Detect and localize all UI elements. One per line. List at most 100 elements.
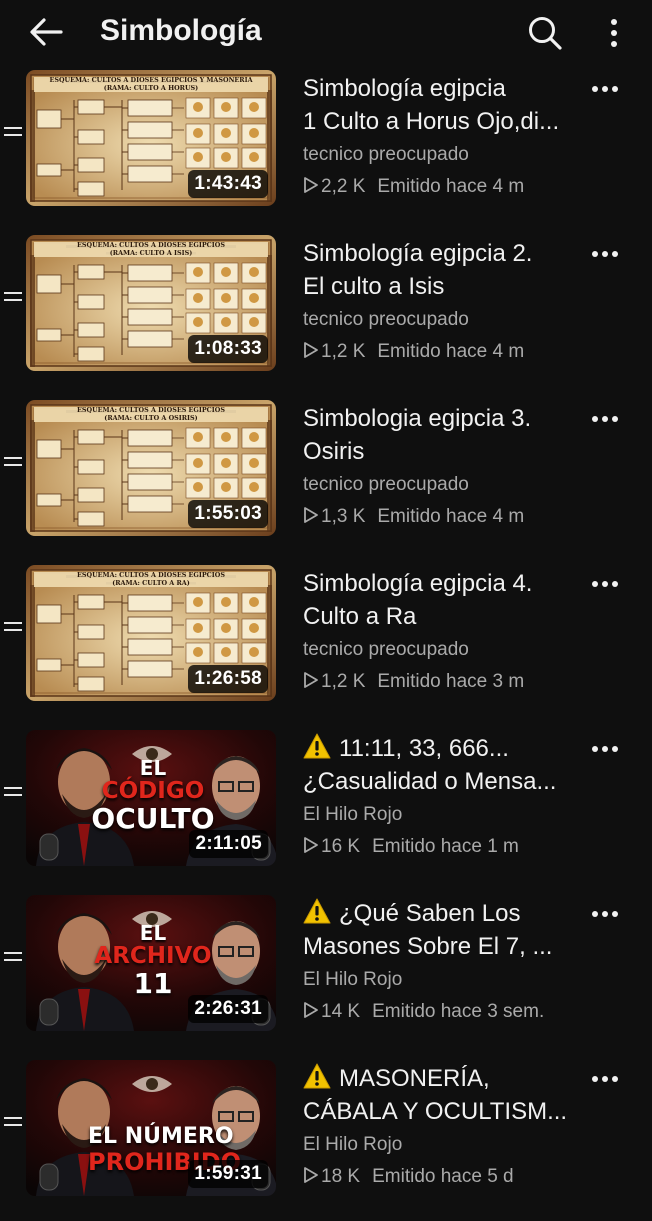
search-button[interactable] [522,10,568,56]
video-stats: 1,2 K Emitido hace 3 m [303,668,591,696]
video-thumbnail[interactable]: EL NÚMERO PROHIBIDO 1:59:31 [26,1060,276,1196]
video-info[interactable]: Simbología egipcia 2. El culto a Isis tecn… [303,237,591,366]
video-info[interactable]: Simbología egipcia 4. Culto a Ra tecnico p… [303,567,591,696]
warning-icon [303,898,331,924]
channel-name: tecnico preocupado [303,309,469,330]
video-action-menu-button[interactable] [588,237,622,271]
thumbnail-subheading-line: (RAMA: CULTO A ISIS) [109,248,193,257]
video-title-text: El culto a Isis [303,273,445,300]
video-title-line: 11:11, 33, 666... [303,732,591,765]
playlist-video-row[interactable]: EL ARCHIVO 11 2:26:31 ¿Qué Saben Los Masones … [0,891,652,1056]
thumbnail-subheading-line: (RAMA: CULTO A OSIRIS) [104,413,198,422]
play-count-icon [304,342,318,358]
poster-text-line-2: CÓDIGO [101,778,205,804]
playlist-video-row[interactable]: ESQUEMA: CULTOS A DIOSES EGIPCIOS Y MASO… [0,66,652,231]
drag-handle-icon[interactable] [4,292,22,306]
video-stats: 16 K Emitido hace 1 m [303,833,591,861]
playlist-video-row[interactable]: EL CÓDIGO OCULTO 2:11:05 11:11, 33, 666... ¿C… [0,726,652,891]
playlist-video-list: ESQUEMA: CULTOS A DIOSES EGIPCIOS Y MASO… [0,66,652,1221]
play-count-icon [304,837,318,853]
view-count: 18 K [321,1166,361,1187]
video-info[interactable]: ¿Qué Saben Los Masones Sobre El 7, ... El … [303,897,591,1026]
video-action-menu-button[interactable] [588,402,622,436]
video-title[interactable]: ¿Qué Saben Los Masones Sobre El 7, ... [303,897,591,963]
video-title[interactable]: Simbología egipcia 1 Culto a Horus Ojo,di… [303,72,591,138]
video-title-line: MASONERÍA, [303,1062,591,1095]
video-action-menu-button[interactable] [588,72,622,106]
more-options-button[interactable] [596,10,632,56]
more-horiz-icon [592,746,618,752]
video-info[interactable]: Simbologia egipcia 3. Osiris tecnico preoc… [303,402,591,531]
thumbnail-subheading-line: (RAMA: CULTO A RA) [112,578,190,587]
video-title-text: Simbología egipcia [303,75,506,102]
video-thumbnail[interactable]: ESQUEMA: CULTOS A DIOSES EGIPCIOS (RAMA: … [26,565,276,701]
more-horiz-icon [592,911,618,917]
back-button[interactable] [22,12,70,52]
app-bar: Simbología [0,0,652,66]
video-stats: 1,2 K Emitido hace 4 m [303,338,591,366]
playlist-video-row[interactable]: ESQUEMA: CULTOS A DIOSES EGIPCIOS (RAMA: … [0,231,652,396]
playlist-video-row[interactable]: ESQUEMA: CULTOS A DIOSES EGIPCIOS (RAMA: … [0,561,652,726]
video-title-line: ¿Qué Saben Los [303,897,591,930]
more-horiz-icon [592,416,618,422]
video-thumbnail[interactable]: EL ARCHIVO 11 2:26:31 [26,895,276,1031]
video-info[interactable]: 11:11, 33, 666... ¿Casualidad o Mensa... E… [303,732,591,861]
play-count-icon [304,672,318,688]
channel-name: El Hilo Rojo [303,969,403,990]
video-action-menu-button[interactable] [588,732,622,766]
video-title[interactable]: 11:11, 33, 666... ¿Casualidad o Mensa... [303,732,591,798]
channel-name: tecnico preocupado [303,639,469,660]
video-action-menu-button[interactable] [588,567,622,601]
drag-handle-icon[interactable] [4,787,22,801]
video-action-menu-button[interactable] [588,897,622,931]
view-count: 1,2 K [321,671,366,692]
poster-text-line-1: EL [139,921,167,945]
video-title[interactable]: Simbologia egipcia 3. Osiris [303,402,591,468]
poster-text-line-3: 11 [133,967,173,1000]
play-count-icon [304,507,318,523]
duration-badge: 2:26:31 [188,995,268,1023]
video-thumbnail[interactable]: ESQUEMA: CULTOS A DIOSES EGIPCIOS (RAMA: … [26,235,276,371]
video-stats: 2,2 K Emitido hace 4 m [303,173,591,201]
more-horiz-icon [592,1076,618,1082]
video-title[interactable]: MASONERÍA, CÁBALA Y OCULTISM... [303,1062,591,1128]
drag-handle-icon[interactable] [4,622,22,636]
video-title[interactable]: Simbología egipcia 2. El culto a Isis [303,237,591,303]
channel-name: tecnico preocupado [303,144,469,165]
drag-handle-icon[interactable] [4,127,22,141]
video-action-menu-button[interactable] [588,1062,622,1096]
video-info[interactable]: Simbología egipcia 1 Culto a Horus Ojo,di… [303,72,591,201]
duration-badge: 1:43:43 [188,170,268,198]
playlist-video-row[interactable]: EL NÚMERO PROHIBIDO 1:59:31 MASONERÍA, CÁBAL… [0,1056,652,1221]
poster-text-line-1: EL [139,756,167,780]
video-thumbnail[interactable]: ESQUEMA: CULTOS A DIOSES EGIPCIOS Y MASO… [26,70,276,206]
channel-name: El Hilo Rojo [303,804,403,825]
drag-handle-icon[interactable] [4,1117,22,1131]
channel-name: tecnico preocupado [303,474,469,495]
more-horiz-icon [592,251,618,257]
video-title-line: Masones Sobre El 7, ... [303,930,591,963]
play-count-icon [304,1002,318,1018]
playlist-video-row[interactable]: ESQUEMA: CULTOS A DIOSES EGIPCIOS (RAMA: … [0,396,652,561]
video-thumbnail[interactable]: ESQUEMA: CULTOS A DIOSES EGIPCIOS (RAMA: … [26,400,276,536]
drag-handle-icon[interactable] [4,457,22,471]
video-thumbnail[interactable]: EL CÓDIGO OCULTO 2:11:05 [26,730,276,866]
upload-age: Emitido hace 3 sem. [372,1001,545,1022]
video-stats: 1,3 K Emitido hace 4 m [303,503,591,531]
video-info[interactable]: MASONERÍA, CÁBALA Y OCULTISM... El Hilo Ro… [303,1062,591,1191]
video-title-text: CÁBALA Y OCULTISM... [303,1098,568,1125]
duration-badge: 1:55:03 [188,500,268,528]
upload-age: Emitido hace 5 d [372,1166,514,1187]
duration-badge: 2:11:05 [189,830,268,858]
more-horiz-icon [592,86,618,92]
video-title[interactable]: Simbología egipcia 4. Culto a Ra [303,567,591,633]
video-title-line: El culto a Isis [303,270,591,303]
upload-age: Emitido hace 4 m [377,506,525,527]
drag-handle-icon[interactable] [4,952,22,966]
video-stats: 18 K Emitido hace 5 d [303,1163,591,1191]
arrow-left-icon [30,18,63,46]
poster-text-line-2: EL NÚMERO [88,1124,234,1149]
play-count-icon [304,1167,318,1183]
upload-age: Emitido hace 1 m [372,836,519,857]
video-title-text: MASONERÍA, [339,1065,490,1092]
